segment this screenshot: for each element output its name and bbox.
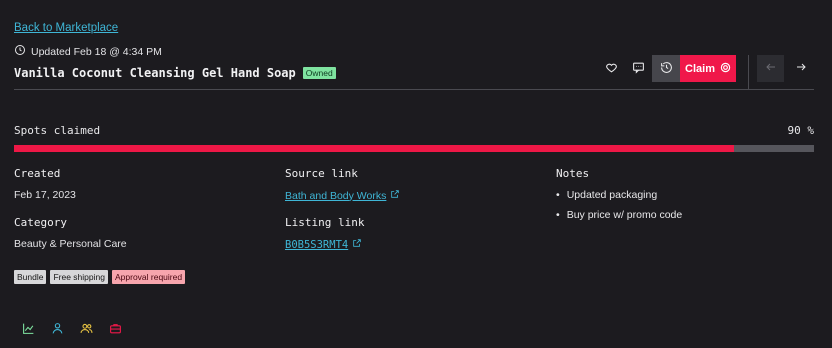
note-item: Updated packaging <box>556 189 682 201</box>
previous-button[interactable] <box>757 55 784 82</box>
listing-section: Listing link B0B5S3RMT4 <box>285 216 364 251</box>
created-value: Feb 17, 2023 <box>14 189 76 201</box>
action-toolbar: Claim <box>598 55 736 82</box>
user-icon[interactable] <box>51 322 64 335</box>
claim-button[interactable]: Claim <box>680 55 736 82</box>
tag-bundle: Bundle <box>14 270 47 284</box>
arrow-left-icon <box>765 61 777 76</box>
notes-list: Updated packaging Buy price w/ promo cod… <box>556 189 683 221</box>
next-button[interactable] <box>787 55 814 82</box>
title-row: Vanilla Coconut Cleansing Gel Hand Soap … <box>14 66 336 80</box>
comment-icon <box>632 61 645 77</box>
spots-claimed-value: 90 % <box>787 124 815 137</box>
created-label: Created <box>14 167 61 180</box>
favorite-button[interactable] <box>598 55 625 82</box>
listing-label: Listing link <box>285 216 365 229</box>
source-link-row: Bath and Body Works <box>285 189 400 202</box>
arrow-right-icon <box>795 61 807 76</box>
external-link-icon <box>352 238 362 251</box>
history-button[interactable] <box>652 55 680 82</box>
target-icon <box>720 62 731 76</box>
category-value: Beauty & Personal Care <box>14 238 127 250</box>
updated-timestamp: Updated Feb 18 @ 4:34 PM <box>14 44 162 59</box>
category-label: Category <box>14 216 67 229</box>
created-section: Created Feb 17, 2023 <box>14 167 76 201</box>
source-link[interactable]: Bath and Body Works <box>285 190 386 202</box>
updated-text: Updated Feb 18 @ 4:34 PM <box>31 45 162 58</box>
category-section: Category Beauty & Personal Care <box>14 216 127 250</box>
bottom-icon-bar <box>22 322 122 335</box>
page-title: Vanilla Coconut Cleansing Gel Hand Soap <box>14 66 296 80</box>
owned-badge: Owned <box>302 67 336 79</box>
tag-approval-required: Approval required <box>111 270 186 284</box>
listing-link-row: B0B5S3RMT4 <box>285 238 364 251</box>
chart-icon[interactable] <box>22 322 35 335</box>
heart-icon <box>605 61 618 77</box>
spots-progress-bar <box>14 145 814 152</box>
clock-icon <box>14 44 26 59</box>
notes-label: Notes <box>556 167 590 180</box>
listing-link[interactable]: B0B5S3RMT4 <box>285 239 348 251</box>
back-to-marketplace-link[interactable]: Back to Marketplace <box>14 22 118 34</box>
header-divider <box>14 89 814 90</box>
tag-list: Bundle Free shipping Approval required <box>14 270 186 284</box>
external-link-icon <box>390 189 400 202</box>
source-label: Source link <box>285 167 358 180</box>
note-item: Buy price w/ promo code <box>556 209 683 221</box>
comment-button[interactable] <box>625 55 652 82</box>
spots-progress-fill <box>14 145 734 152</box>
users-icon[interactable] <box>80 322 93 335</box>
notes-section: Notes Updated packaging Buy price w/ pro… <box>556 167 682 229</box>
toolbar-divider <box>748 55 749 89</box>
source-section: Source link Bath and Body Works <box>285 167 400 202</box>
tag-free-shipping: Free shipping <box>50 270 108 284</box>
spots-claimed-label: Spots claimed <box>14 124 101 137</box>
briefcase-icon[interactable] <box>109 322 122 335</box>
claim-label: Claim <box>685 62 715 75</box>
history-icon <box>660 61 673 77</box>
